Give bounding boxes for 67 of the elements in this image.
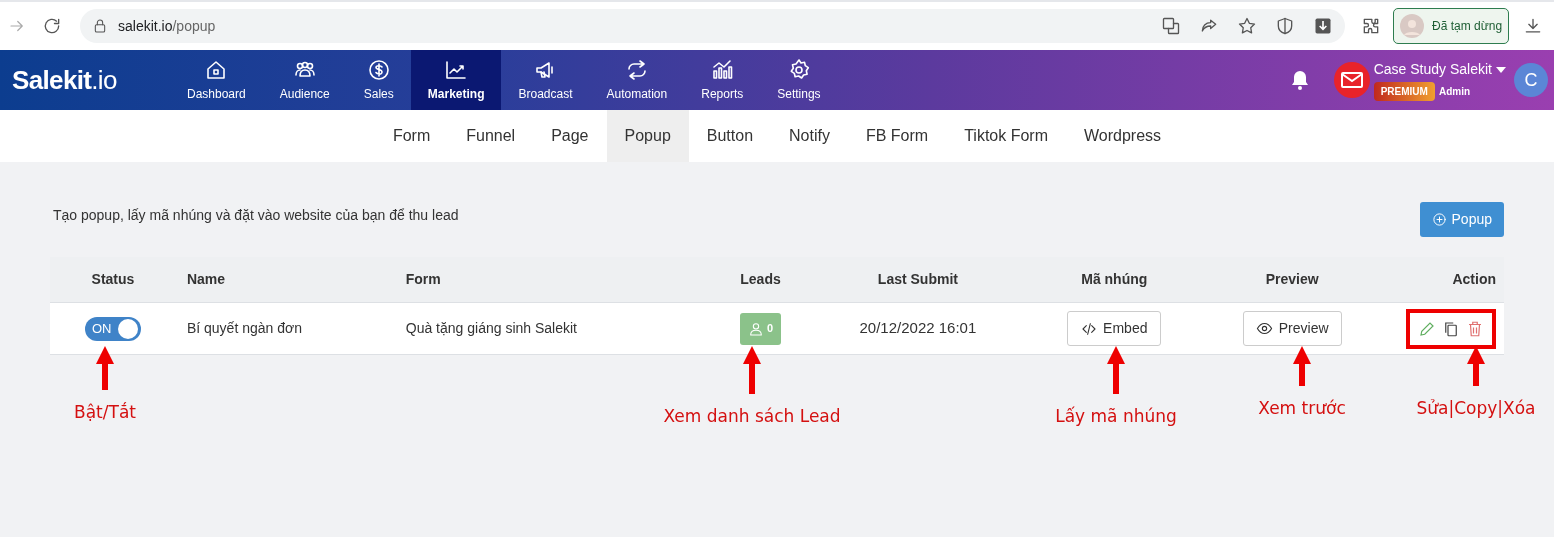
annotation-label: Xem trước [1258, 397, 1346, 420]
tab[interactable]: FB Form [847, 110, 947, 162]
premium-badge: PREMIUM [1373, 82, 1435, 101]
preview-button[interactable]: Preview [1242, 311, 1342, 346]
annotation-label: Sửa|Copy|Xóa [1416, 397, 1536, 420]
tab[interactable]: Popup [606, 110, 689, 162]
table-cell-text: Quà tặng giáng sinh Salekit [405, 319, 577, 338]
avatar-icon [1400, 14, 1424, 38]
tab[interactable]: Notify [771, 110, 848, 162]
table-cell-text: 20/12/2022 16:01 [859, 318, 977, 339]
column-header: Name [186, 270, 226, 289]
nav-item[interactable]: Broadcast [501, 50, 590, 110]
nav-item[interactable]: Dashboard [170, 50, 263, 110]
annotation-label: Xem danh sách Lead [663, 405, 841, 428]
dollar-icon [366, 57, 391, 82]
user-avatar[interactable]: C [1514, 63, 1548, 97]
reload-icon [42, 16, 62, 36]
embed-button[interactable]: Embed [1067, 311, 1162, 346]
trash-icon[interactable] [1466, 319, 1484, 338]
nav-item[interactable]: Sales [346, 50, 411, 110]
bar-chart-icon [710, 57, 735, 82]
annotation-label: Bật/Tắt [74, 401, 136, 424]
tab[interactable]: Button [688, 110, 772, 162]
nav-item[interactable]: Settings [760, 50, 838, 110]
lock-icon [92, 18, 108, 34]
arrow [1292, 346, 1312, 386]
column-header: Status [91, 270, 135, 289]
copy-icon[interactable] [1442, 319, 1460, 338]
annotation-label: Lấy mã nhúng [1055, 405, 1177, 428]
tab[interactable]: Tiktok Form [946, 110, 1067, 162]
status-toggle[interactable]: ON [84, 316, 141, 341]
caret-icon [1496, 66, 1506, 73]
star-icon [1237, 16, 1257, 36]
eye-icon [1255, 320, 1273, 337]
person-icon [747, 320, 764, 337]
nav-item[interactable]: Reports [684, 50, 761, 110]
code-icon [1081, 320, 1098, 337]
table-cell-text: Bí quyết ngàn đơn [186, 319, 302, 338]
tab[interactable]: Page [533, 110, 607, 162]
salekit-logo[interactable]: Salekit.io [12, 60, 117, 100]
arrow [742, 346, 762, 394]
mail-icon [1340, 72, 1363, 88]
shield-icon [1275, 16, 1295, 36]
tab[interactable]: Form [374, 110, 449, 162]
account-menu[interactable]: Case Study Salekit [1373, 59, 1506, 80]
tab[interactable]: Wordpress [1066, 110, 1180, 162]
page-description: Tạo popup, lấy mã nhúng và đặt vào website của bạn để thu lead [52, 206, 459, 225]
role-label: Admin [1438, 85, 1471, 99]
nav-item[interactable]: Automation [589, 50, 685, 110]
column-header: Preview [1265, 270, 1319, 289]
column-header: Mã nhúng [1081, 270, 1148, 289]
plus-circle-icon [1431, 212, 1447, 227]
address-bar[interactable]: salekit.io/popup [80, 9, 1345, 43]
tab[interactable]: Funnel [448, 110, 534, 162]
translate-icon [1161, 16, 1181, 36]
column-header: Action [1452, 270, 1496, 289]
column-header: Form [405, 270, 441, 289]
download-icon [1313, 16, 1333, 36]
profile-button[interactable]: Đã tạm dừng [1393, 8, 1510, 44]
arrow [1106, 346, 1126, 394]
extensions-icon [1361, 16, 1381, 36]
column-header: Last Submit [877, 270, 958, 289]
arrow [95, 346, 115, 390]
column-header: Leads [740, 270, 781, 289]
nav-item[interactable]: Audience [262, 50, 347, 110]
mail-button[interactable] [1333, 62, 1370, 98]
nav-item[interactable]: Marketing [410, 50, 502, 110]
